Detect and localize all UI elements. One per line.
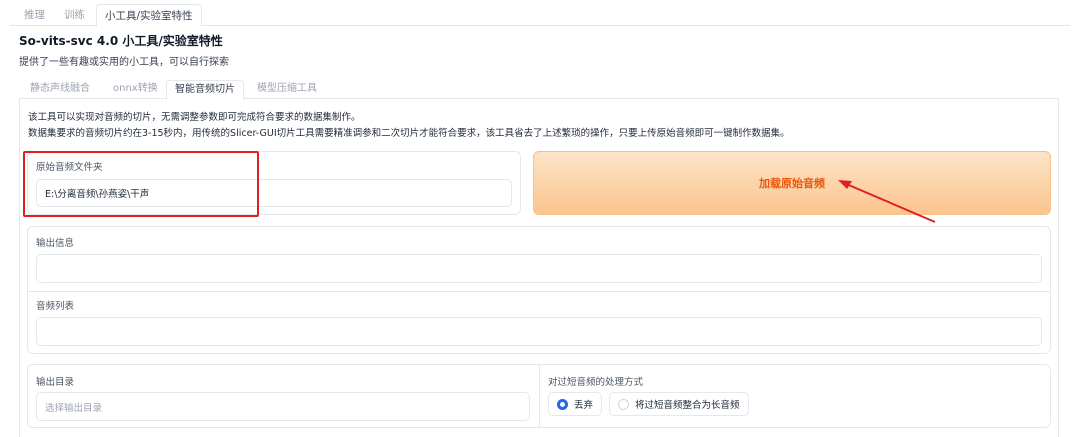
- slicer-description-line2: 数据集要求的音频切片约在3-15秒内，用传统的Slicer-GUI切片工具需要精…: [28, 128, 790, 139]
- tab-inference[interactable]: 推理: [16, 4, 53, 26]
- tab-training[interactable]: 训练: [56, 4, 93, 26]
- radio-checked-icon: [557, 398, 568, 410]
- page-description: 提供了一些有趣或实用的小工具，可以自行探索: [19, 57, 229, 68]
- tab-audio-slicer[interactable]: 智能音频切片: [166, 80, 244, 100]
- tools-tab-bar: 静态声线融合 onnx转换 智能音频切片 模型压缩工具: [19, 80, 1059, 100]
- radio-unchecked-icon: [618, 398, 629, 410]
- tab-onnx-export[interactable]: onnx转换: [105, 80, 166, 99]
- page-title: So-vits-svc 4.0 小工具/实验室特性: [19, 34, 223, 48]
- radio-merge-short-label: 将过短音频整合为长音频: [635, 400, 740, 411]
- output-info-field[interactable]: [36, 254, 1042, 283]
- settings-row: 输出目录 选择输出目录 对过短音频的处理方式 丢弃 将过短音频整合为长音频: [27, 364, 1051, 428]
- tab-tools[interactable]: 小工具/实验室特性: [96, 4, 202, 27]
- output-info-label: 输出信息: [36, 238, 75, 249]
- radio-merge-short[interactable]: 将过短音频整合为长音频: [609, 392, 749, 416]
- short-audio-label: 对过短音频的处理方式: [548, 377, 644, 388]
- output-dir-label: 输出目录: [36, 377, 75, 388]
- output-group: 输出信息 音频列表: [27, 226, 1051, 354]
- main-tab-bar: 推理 训练 小工具/实验室特性: [10, 4, 1070, 27]
- tab-static-voice-merge[interactable]: 静态声线融合: [22, 80, 98, 99]
- load-source-audio-button[interactable]: 加载原始音频: [533, 151, 1051, 215]
- output-dir-input[interactable]: 选择输出目录: [36, 392, 530, 421]
- annotation-arrow-icon: [838, 180, 936, 223]
- slicer-description-line1: 该工具可以实现对音频的切片，无需调整参数即可完成符合要求的数据集制作。: [28, 112, 361, 123]
- audio-list-field[interactable]: [36, 317, 1042, 346]
- column-divider: [539, 365, 540, 427]
- tab-model-compress[interactable]: 模型压缩工具: [249, 80, 325, 99]
- radio-discard-label: 丢弃: [574, 400, 594, 411]
- audio-list-label: 音频列表: [36, 301, 75, 312]
- radio-discard[interactable]: 丢弃: [548, 392, 603, 416]
- highlight-annotation-box: [23, 151, 259, 217]
- divider: [28, 291, 1050, 292]
